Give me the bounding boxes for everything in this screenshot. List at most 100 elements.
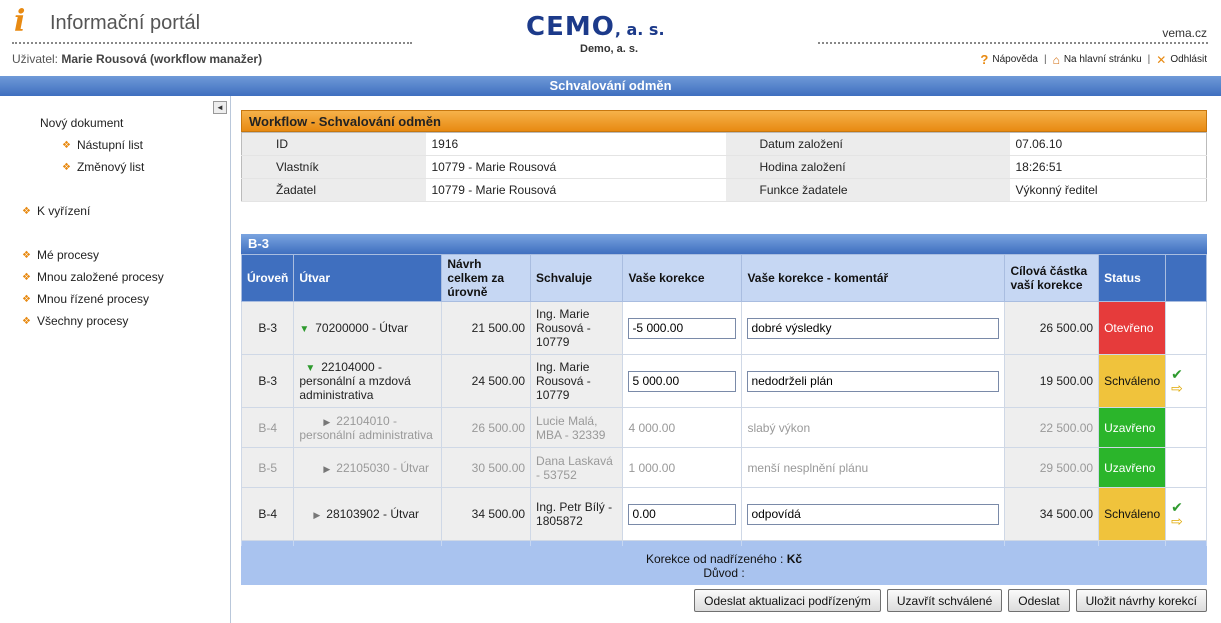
cell-target: 26 500.00 [1004, 301, 1100, 355]
sidebar-item-zmenovy-list[interactable]: ❖ Změnový list [62, 160, 144, 174]
table-row: B-4 ▶ 22104010 - personální administrativ… [240, 407, 1207, 448]
cell-comment [741, 487, 1006, 541]
home-icon: ⌂ [1052, 52, 1060, 67]
comment-input[interactable] [747, 317, 1000, 339]
sidebar-item-new-document[interactable]: Nový dokument [40, 116, 123, 130]
table-row: B-3 ▼ 70200000 - Útvar 21 500.00 Ing. Mar… [240, 301, 1207, 355]
info-value: 18:26:51 [1009, 155, 1207, 179]
bullet-icon: ❖ [22, 271, 31, 283]
info-value: 07.06.10 [1009, 132, 1207, 156]
cell-approver: Dana Laskavá - 53752 [530, 447, 624, 488]
help-link[interactable]: Nápověda [992, 54, 1038, 65]
cell-correction [622, 354, 743, 408]
sidebar-item-k-vyrizeni[interactable]: ❖ K vyřízení [22, 204, 90, 218]
bullet-icon: ❖ [22, 315, 31, 327]
cell-level: B-3 [240, 354, 295, 408]
comment-input[interactable] [747, 503, 1000, 525]
status-badge: Otevřeno [1098, 301, 1167, 355]
info-value: Výkonný ředitel [1009, 178, 1207, 202]
approve-check-icon[interactable]: ✔ [1171, 367, 1201, 381]
cell-actions [1165, 447, 1207, 488]
correction-input[interactable] [628, 370, 737, 392]
header: i Informační portál Uživatel: Marie Rous… [0, 0, 1221, 76]
info-label: Hodina založení [725, 155, 1010, 179]
workflow-info-table: ID 1916 Datum založení 07.06.10 Vlastník… [241, 132, 1207, 202]
col-cilova: Cílová částka vaší korekce [1004, 254, 1100, 302]
cell-approver: Lucie Malá, MBA - 32339 [530, 407, 624, 448]
collapse-sidebar-icon[interactable]: ◄ [213, 101, 227, 114]
info-value: 10779 - Marie Rousová [425, 155, 726, 179]
approval-grid: Úroveň Útvar Návrh celkem za úrovně Schv… [240, 254, 1207, 565]
sidebar-item-mnou-rizene[interactable]: ❖ Mnou řízené procesy [22, 292, 149, 306]
user-label: Uživatel: [12, 52, 59, 66]
approve-check-icon[interactable]: ✔ [1171, 500, 1201, 514]
cell-level: B-5 [240, 447, 295, 488]
bullet-icon: ❖ [62, 139, 71, 151]
correction-input[interactable] [628, 503, 737, 525]
workflow-header: Workflow - Schvalování odměn [241, 110, 1207, 132]
expand-right-icon[interactable]: ▶ [323, 464, 330, 474]
cell-correction: 1 000.00 [622, 447, 743, 488]
status-badge: Uzavřeno [1098, 407, 1167, 448]
cell-unit[interactable]: ▼ 22104000 - personální a mzdová administ… [293, 354, 443, 408]
header-divider-right [818, 42, 1208, 44]
cell-correction: 4 000.00 [622, 407, 743, 448]
korekce-line: Korekce od nadřízeného : Kč [645, 552, 803, 566]
table-row: B-3 ▼ 22104000 - personální a mzdová admi… [240, 354, 1207, 408]
col-navrh: Návrh celkem za úrovně [441, 254, 532, 302]
col-schvaluje: Schvaluje [530, 254, 624, 302]
sidebar-item-me-procesy[interactable]: ❖ Mé procesy [22, 248, 99, 262]
cell-target: 22 500.00 [1004, 407, 1100, 448]
forward-arrow-icon[interactable]: ⇨ [1171, 381, 1201, 395]
app-title: Informační portál [50, 12, 201, 34]
info-label: Vlastník [241, 155, 426, 179]
save-corrections-button[interactable]: Uložit návrhy korekcí [1075, 589, 1207, 612]
sidebar-item-nastupni-list[interactable]: ❖ Nástupní list [62, 138, 143, 152]
send-update-button[interactable]: Odeslat aktualizaci podřízeným [694, 589, 881, 612]
info-logo-icon: i [14, 4, 26, 39]
cell-unit[interactable]: ▶ 22104010 - personální administrativa [293, 407, 443, 448]
expand-down-icon[interactable]: ▼ [299, 324, 309, 335]
info-value: 10779 - Marie Rousová [425, 178, 726, 202]
cell-proposal: 21 500.00 [441, 301, 532, 355]
table-row: B-5 ▶ 22105030 - Útvar 30 500.00 Dana Las… [240, 447, 1207, 488]
cell-comment: menší nesplnění plánu [741, 447, 1006, 488]
page-title: Schvalování odměn [0, 76, 1221, 96]
col-actions [1165, 254, 1207, 302]
comment-input[interactable] [747, 370, 1000, 392]
top-links: ? Nápověda | ⌂ Na hlavní stránku | ✕ Odh… [980, 52, 1207, 67]
close-approved-button[interactable]: Uzavřít schválené [886, 589, 1003, 612]
correction-summary: Korekce od nadřízeného : Kč Důvod : [241, 546, 1207, 585]
info-row: Vlastník 10779 - Marie Rousová Hodina za… [241, 155, 1207, 179]
site-name: vema.cz [1162, 26, 1207, 40]
cell-target: 19 500.00 [1004, 354, 1100, 408]
grid-header: B-3 [241, 234, 1207, 254]
cell-level: B-3 [240, 301, 295, 355]
sidebar-item-vsechny[interactable]: ❖ Všechny procesy [22, 314, 128, 328]
cell-comment: slabý výkon [741, 407, 1006, 448]
logout-link[interactable]: Odhlásit [1170, 54, 1207, 65]
sidebar-item-mnou-zalozene[interactable]: ❖ Mnou založené procesy [22, 270, 164, 284]
logout-icon: ✕ [1156, 52, 1167, 67]
col-utvar[interactable]: Útvar [293, 254, 443, 302]
sidebar: ◄ Nový dokument ❖ Nástupní list ❖ Změnový … [0, 96, 231, 623]
cell-proposal: 24 500.00 [441, 354, 532, 408]
expand-down-icon[interactable]: ▼ [305, 363, 315, 374]
cell-correction [622, 487, 743, 541]
col-uroven[interactable]: Úroveň [240, 254, 295, 302]
home-link[interactable]: Na hlavní stránku [1064, 54, 1142, 65]
cell-unit[interactable]: ▶ 22105030 - Útvar [293, 447, 443, 488]
cell-actions: ✔ ⇨ [1165, 487, 1207, 541]
send-button[interactable]: Odeslat [1008, 589, 1070, 612]
cell-unit[interactable]: ▶ 28103902 - Útvar [293, 487, 443, 541]
cell-comment [741, 301, 1006, 355]
forward-arrow-icon[interactable]: ⇨ [1171, 514, 1201, 528]
correction-input[interactable] [628, 317, 737, 339]
expand-right-icon[interactable]: ▶ [313, 510, 320, 520]
duvod-line: Důvod : [703, 566, 745, 580]
expand-right-icon[interactable]: ▶ [323, 417, 330, 427]
company-logo-suffix: , a. s. [614, 20, 665, 39]
cell-unit[interactable]: ▼ 70200000 - Útvar [293, 301, 443, 355]
bullet-icon: ❖ [22, 293, 31, 305]
help-icon: ? [980, 52, 989, 67]
